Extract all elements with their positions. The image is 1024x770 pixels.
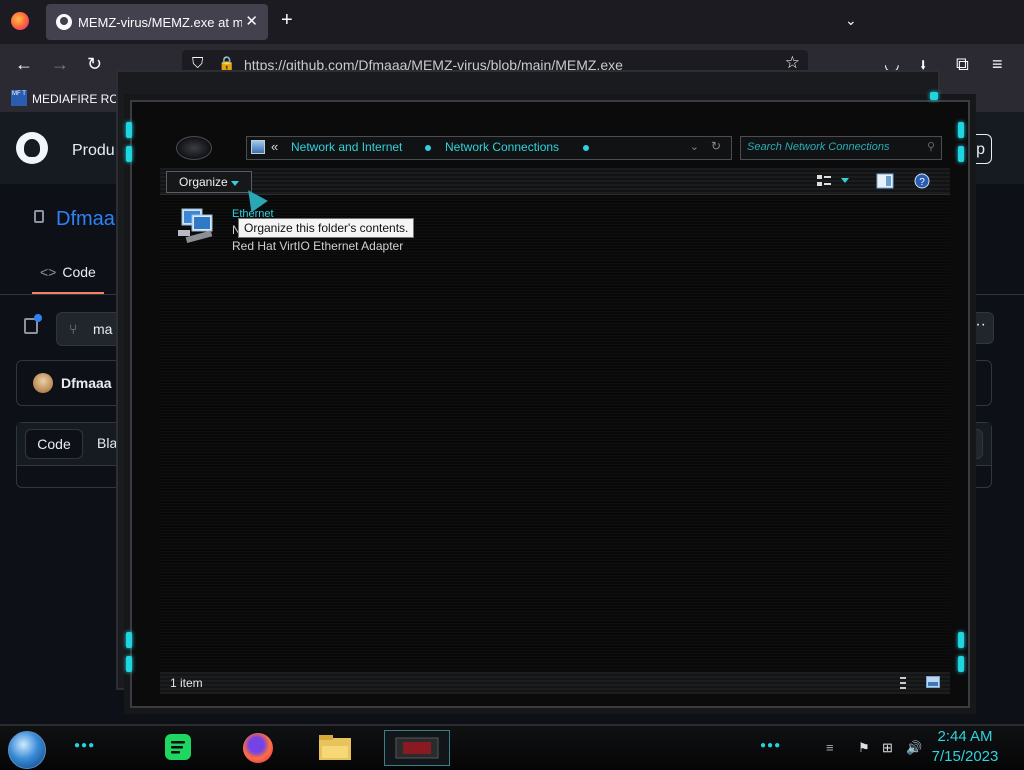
reload-icon[interactable]: ↻ (87, 54, 102, 75)
branch-name: ma (93, 321, 113, 337)
frame-glow (126, 146, 132, 162)
tab-close-icon[interactable]: ✕ (245, 12, 258, 30)
list-all-tabs-icon[interactable]: ⌄ (845, 12, 857, 29)
bookmark-item[interactable]: MEDIAFIRE RO (32, 92, 119, 106)
chevron-down-icon (231, 181, 239, 186)
organize-button[interactable]: Organize (166, 171, 252, 193)
frame-glow (958, 122, 964, 138)
control-panel-icon (251, 140, 265, 154)
folder-icon (319, 735, 351, 760)
clock-time[interactable]: 2:44 AM (920, 728, 1010, 745)
browser-tab-bar: MEMZ-virus/MEMZ.exe at main ✕ + ⌄ (0, 0, 1024, 44)
product-menu[interactable]: Produ (72, 142, 115, 160)
firefox-taskbar-icon (243, 733, 273, 763)
frame-glow (930, 92, 938, 100)
search-placeholder[interactable]: Search Network Connections (747, 141, 889, 153)
frame-glow (126, 632, 132, 648)
view-options-chevron-icon[interactable] (840, 177, 850, 185)
breadcrumb-overflow[interactable]: « (271, 139, 278, 154)
breadcrumb-separator[interactable] (425, 145, 431, 151)
frame-glow (958, 146, 964, 162)
frame-glow (126, 122, 132, 138)
tab-code-label: Code (62, 264, 96, 280)
details-view-icon[interactable] (900, 676, 906, 690)
organize-label: Organize (179, 175, 228, 189)
change-view-icon[interactable] (816, 173, 832, 189)
start-button[interactable] (8, 731, 46, 769)
avatar[interactable] (33, 373, 53, 393)
item-adapter: Red Hat VirtIO Ethernet Adapter (232, 239, 404, 253)
branch-icon: ⑂ (69, 321, 78, 337)
search-box[interactable]: Search Network Connections ⚲ (740, 136, 942, 160)
taskbar-glow-decoration: ●●● (74, 740, 96, 751)
tooltip: Organize this folder's contents. (238, 218, 415, 238)
file-list[interactable]: Ethernet N Red Hat VirtIO Ethernet Adapt… (160, 184, 950, 668)
back-icon[interactable]: ← (15, 54, 33, 75)
active-window-thumbnail-icon (395, 737, 439, 759)
taskbar-app-file-explorer[interactable] (304, 730, 368, 764)
tab-code[interactable]: <> Code (40, 264, 96, 280)
show-hidden-icons-icon[interactable]: ≡ (826, 740, 834, 755)
forward-icon[interactable]: → (51, 54, 69, 75)
breadcrumb-separator[interactable] (583, 145, 589, 151)
frame-glow (958, 632, 964, 648)
svg-text:?: ? (919, 177, 925, 188)
github-logo-icon[interactable] (16, 132, 48, 164)
code-view-button[interactable]: Code (25, 429, 83, 459)
address-dropdown-icon[interactable]: ⌄ (690, 140, 699, 153)
address-bar[interactable]: « Network and Internet Network Connectio… (246, 136, 732, 160)
action-center-flag-icon[interactable]: ⚑ (858, 740, 870, 756)
large-icons-view-icon[interactable] (926, 676, 940, 688)
commit-author[interactable]: Dfmaaa (61, 375, 112, 391)
clock-date[interactable]: 7/15/2023 (920, 748, 1010, 765)
repo-icon (34, 210, 44, 223)
taskbar-app-firefox[interactable] (226, 730, 290, 764)
tab-title: MEMZ-virus/MEMZ.exe at main (78, 15, 242, 30)
taskbar-app-active-window[interactable] (384, 730, 450, 766)
spotify-icon (165, 734, 191, 760)
search-icon: ⚲ (926, 141, 935, 153)
mediafire-bookmark-icon: MF T (11, 90, 27, 106)
back-forward-orb-icon[interactable] (176, 136, 212, 160)
preview-pane-icon[interactable] (876, 173, 894, 189)
notification-dot (34, 314, 42, 322)
network-connections-window[interactable]: « Network and Internet Network Connectio… (126, 92, 970, 708)
firefox-icon[interactable] (11, 12, 29, 30)
breadcrumb-network-and-internet[interactable]: Network and Internet (291, 140, 402, 154)
network-tray-icon[interactable]: ⊞ (882, 740, 893, 756)
taskbar-app-spotify[interactable] (146, 730, 210, 764)
code-icon: <> (40, 264, 57, 280)
repo-owner-link[interactable]: Dfmaa (56, 208, 115, 231)
taskbar-glow-decoration: ●●● (760, 740, 782, 751)
help-icon[interactable]: ? (914, 173, 930, 189)
item-count: 1 item (170, 676, 203, 690)
new-tab-button[interactable]: + (281, 9, 293, 32)
browser-tab[interactable]: MEMZ-virus/MEMZ.exe at main ✕ (46, 4, 268, 40)
taskbar: ●●● ●●● ≡ ⚑ ⊞ 🔊 2:44 AM 7/15/2023 (0, 724, 1024, 770)
refresh-icon[interactable]: ↻ (711, 139, 721, 153)
status-bar: 1 item (160, 672, 950, 694)
network-adapter-icon[interactable] (178, 206, 218, 246)
frame-glow (126, 656, 132, 672)
github-icon (56, 14, 72, 30)
extensions-icon[interactable]: ⧉ (956, 54, 969, 75)
menu-icon[interactable]: ≡ (992, 54, 1003, 75)
frame-glow (958, 656, 964, 672)
command-bar: Organize ? (160, 168, 950, 195)
breadcrumb-network-connections[interactable]: Network Connections (445, 140, 559, 154)
blame-view-button[interactable]: Bla (97, 435, 117, 451)
